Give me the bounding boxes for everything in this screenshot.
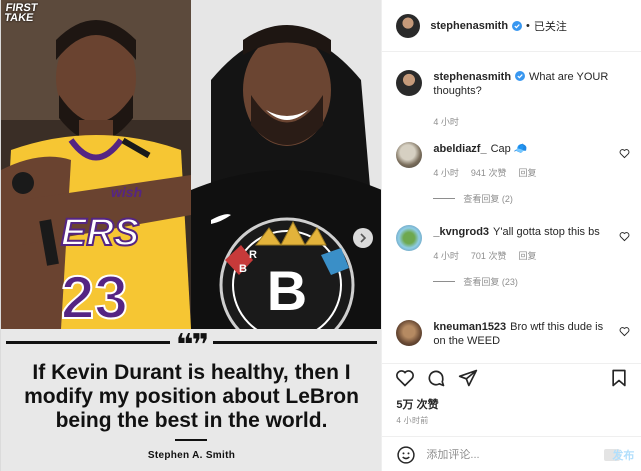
author-username[interactable]: stephenasmith: [430, 20, 508, 32]
lebron-photo: wish ERS 23 FIRST TAKE: [1, 0, 191, 329]
commenter-username[interactable]: abeldiazf_: [433, 143, 486, 155]
reply-button[interactable]: 回复: [518, 166, 536, 179]
quote-card: ❝❞ If Kevin Durant is healthy, then I mo…: [1, 329, 382, 471]
quote-marks: ❝❞: [1, 331, 381, 361]
comment-input[interactable]: [426, 448, 587, 461]
svg-text:23: 23: [61, 264, 128, 329]
post-side-panel: stephenasmith • 已关注 stephenasmith What ar…: [381, 0, 641, 471]
comment-text: Cap 🧢: [490, 143, 528, 155]
like-comment-heart-icon[interactable]: [619, 231, 630, 242]
chevron-right-icon: [360, 233, 367, 243]
sponsor-logo: wish: [111, 184, 142, 200]
comment-likes[interactable]: 701 次赞: [471, 249, 507, 262]
caption: stephenasmith What are YOUR thoughts? 4 小…: [396, 70, 636, 128]
header-separator: •: [526, 19, 530, 32]
durant-photo: B B R: [191, 0, 382, 329]
emoji-smiley-icon[interactable]: [396, 445, 416, 465]
author-avatar[interactable]: [396, 13, 421, 38]
like-comment-heart-icon[interactable]: [619, 148, 630, 159]
comment-item: _kvngrod3 Y'all gotta stop this bs 4 小时 7…: [396, 225, 636, 288]
verified-badge-icon: [515, 71, 526, 81]
comment-item: abeldiazf_ Cap 🧢 4 小时 941 次赞 回复 查看回复 (2): [396, 142, 636, 205]
quote-text: If Kevin Durant is healthy, then I modif…: [24, 361, 359, 432]
comment-text: Y'all gotta stop this bs: [493, 226, 600, 238]
comment-bubble-icon[interactable]: [426, 368, 446, 388]
svg-text:B: B: [267, 259, 307, 322]
bookmark-icon[interactable]: [609, 368, 629, 388]
like-comment-heart-icon[interactable]: [619, 326, 630, 337]
view-replies-button[interactable]: 查看回复 (23): [433, 275, 613, 288]
verified-badge-icon: [512, 20, 523, 31]
quote-author: Stephen A. Smith: [147, 450, 236, 461]
like-heart-icon[interactable]: [395, 368, 415, 388]
jersey-lettering: ERS: [61, 212, 139, 254]
caption-avatar[interactable]: [396, 70, 423, 96]
comment-likes[interactable]: 941 次赞: [471, 166, 507, 179]
post-media: wish ERS 23 FIRST TAKE B B R ❝❞ If Kevin…: [1, 0, 382, 471]
durant-illustration: B B R: [191, 0, 382, 329]
next-image-button[interactable]: [353, 228, 373, 248]
share-paper-plane-icon[interactable]: [458, 368, 478, 388]
lebron-illustration: wish ERS 23: [1, 0, 191, 329]
first-take-logo: FIRST TAKE: [3, 2, 39, 24]
comment-item: kneuman1523 Bro wtf this dude is on the W…: [396, 320, 636, 348]
commenter-username[interactable]: _kvngrod3: [433, 226, 489, 238]
caption-time: 4 小时: [433, 117, 459, 127]
publish-button[interactable]: 发布: [612, 447, 634, 463]
commenter-username[interactable]: kneuman1523: [433, 321, 506, 333]
comment-time: 4 小时: [433, 251, 459, 261]
comment-time: 4 小时: [433, 168, 459, 178]
instagram-post: wish ERS 23 FIRST TAKE B B R ❝❞ If Kevin…: [0, 0, 641, 471]
commenter-avatar[interactable]: [396, 142, 423, 168]
post-header: stephenasmith • 已关注: [382, 0, 641, 52]
post-actions: 5万 次赞 4 小时前 发布: [382, 363, 641, 471]
nets-letter-r: R: [249, 249, 257, 261]
view-replies-button[interactable]: 查看回复 (2): [433, 192, 613, 205]
posted-time: 4 小时前: [396, 416, 429, 425]
likes-count[interactable]: 5万 次赞: [396, 396, 438, 412]
caption-username[interactable]: stephenasmith: [433, 71, 511, 83]
commenter-avatar[interactable]: [396, 225, 423, 251]
add-comment-bar: 发布: [382, 436, 641, 471]
commenter-avatar[interactable]: [396, 320, 423, 346]
nets-letter-b: B: [239, 263, 247, 275]
quote-separator: [175, 439, 207, 441]
reply-button[interactable]: 回复: [518, 249, 536, 262]
follow-status-button[interactable]: 已关注: [534, 18, 567, 34]
